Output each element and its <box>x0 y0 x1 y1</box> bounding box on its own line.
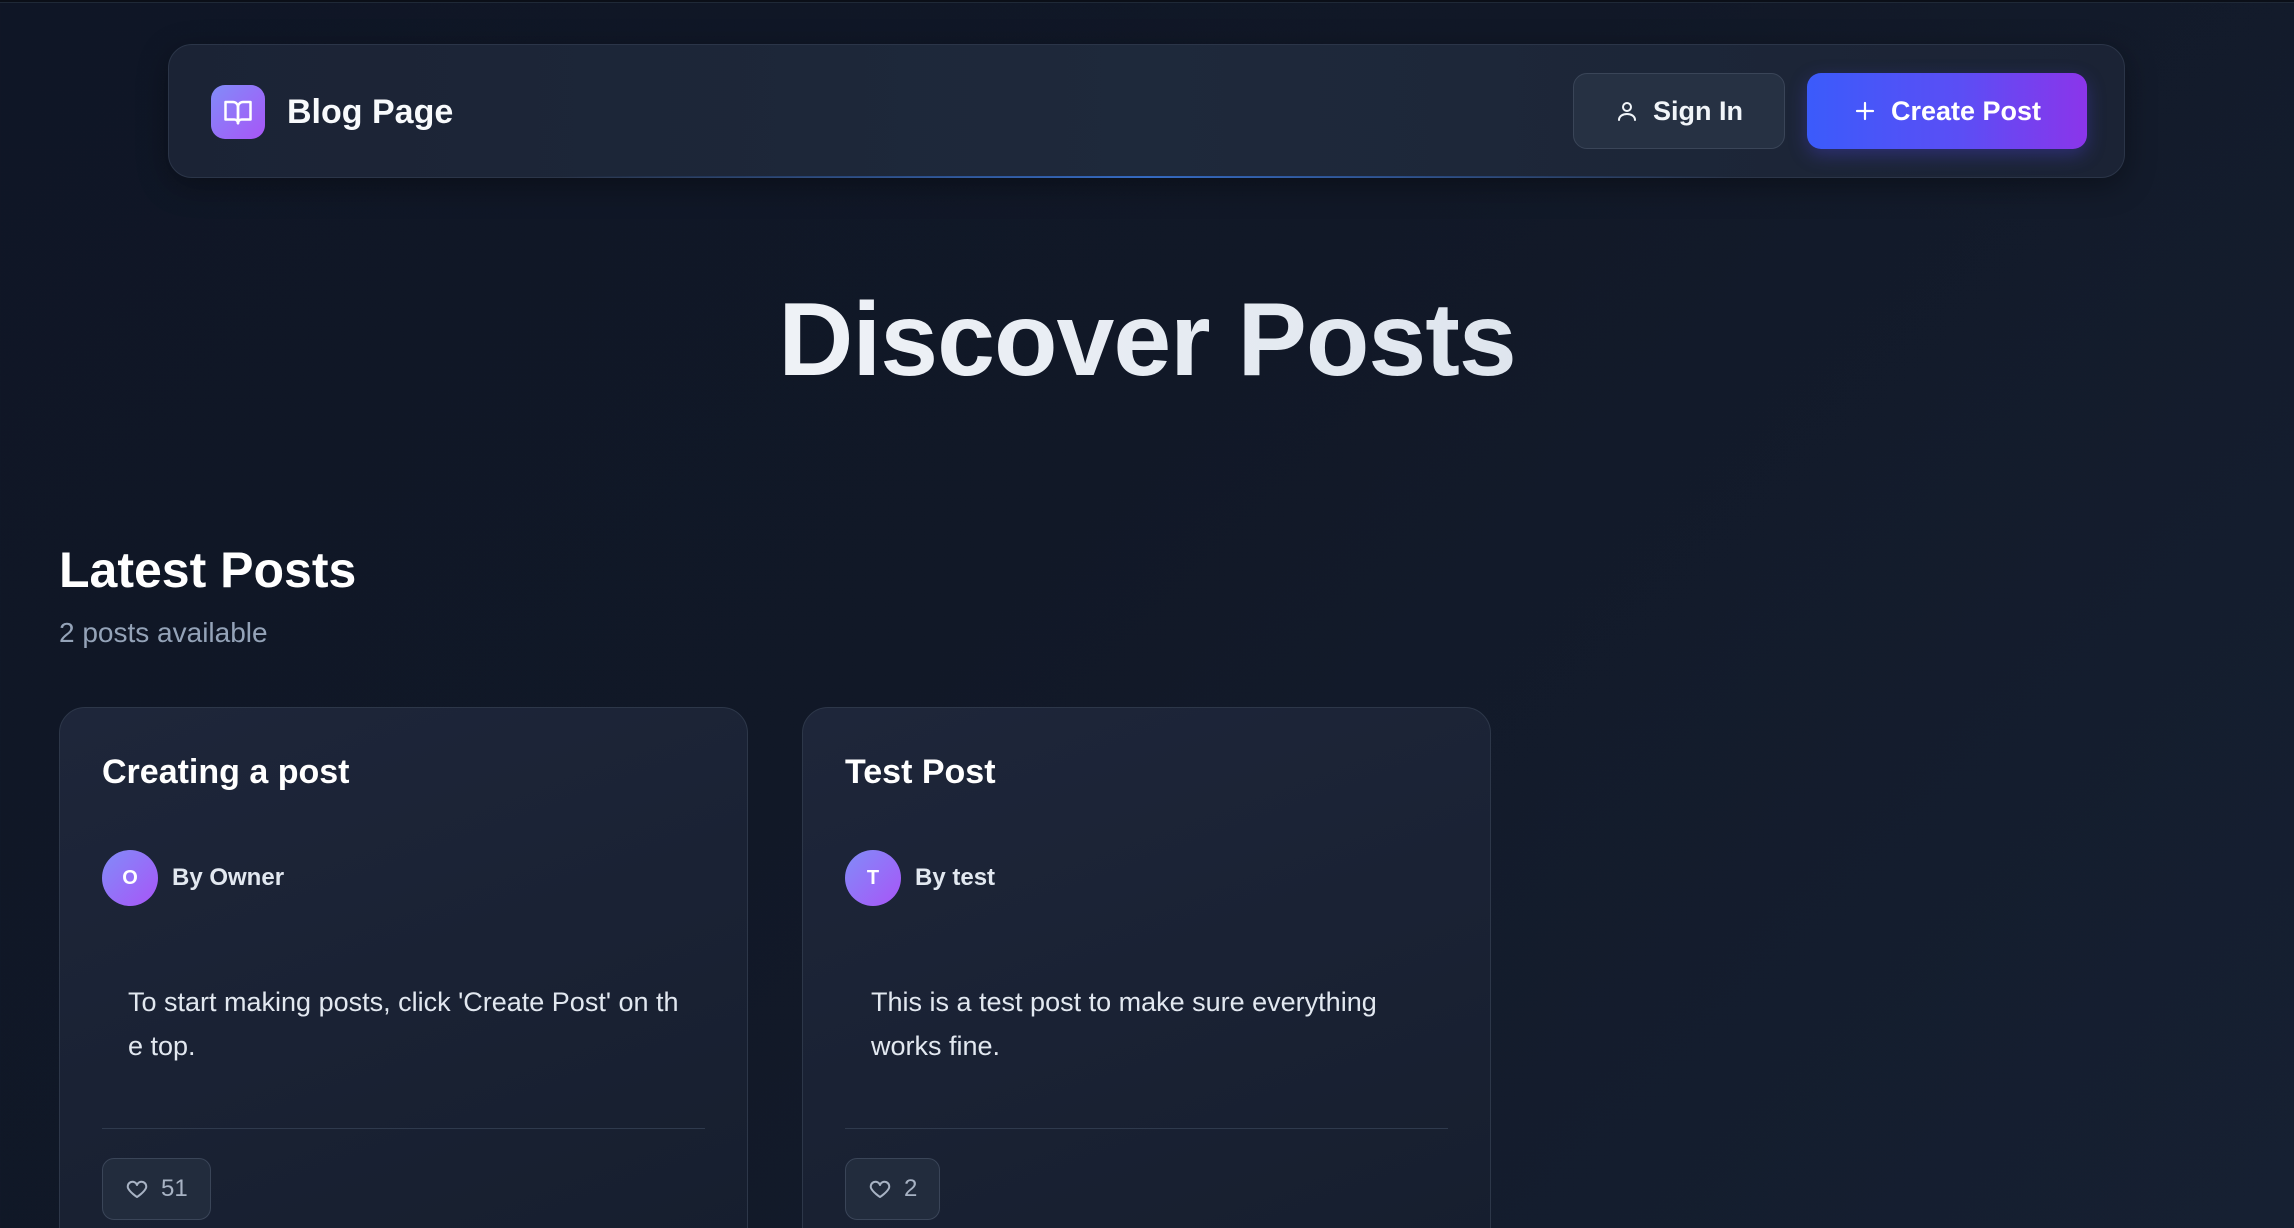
section-title: Latest Posts <box>59 542 357 598</box>
card-divider <box>845 1128 1448 1129</box>
post-card[interactable]: Test Post T By test This is a test post … <box>802 707 1491 1228</box>
like-button[interactable]: 51 <box>102 1158 211 1220</box>
post-title[interactable]: Test Post <box>845 750 996 794</box>
card-divider <box>102 1128 705 1129</box>
window-top-strip <box>0 0 2294 3</box>
brand-logo[interactable] <box>211 85 265 139</box>
sign-in-button[interactable]: Sign In <box>1573 73 1785 149</box>
create-post-button[interactable]: Create Post <box>1807 73 2087 149</box>
like-button[interactable]: 2 <box>845 1158 941 1220</box>
book-open-icon <box>224 100 252 125</box>
brand-title[interactable]: Blog Page <box>287 87 453 137</box>
author-name: By Owner <box>172 864 285 891</box>
site-header: Blog Page Sign In Create Post <box>168 44 2125 178</box>
hero-title: Discover Posts <box>0 280 2294 400</box>
post-title[interactable]: Creating a post <box>102 750 349 794</box>
plus-icon <box>1855 101 1875 121</box>
post-card[interactable]: Creating a post O By Owner To start maki… <box>59 707 748 1228</box>
create-post-label: Create Post <box>1890 95 2042 126</box>
post-author: O By Owner <box>102 850 284 906</box>
avatar: T <box>845 850 901 906</box>
sign-in-label: Sign In <box>1653 95 1743 126</box>
posts-count: 2 posts available <box>59 617 268 648</box>
author-name: By test <box>915 864 996 891</box>
like-count: 51 <box>161 1175 188 1202</box>
user-icon <box>1618 102 1636 121</box>
like-count: 2 <box>904 1175 918 1202</box>
avatar: O <box>102 850 158 906</box>
post-body: This is a test post to make sure everyth… <box>871 987 1377 1061</box>
post-body: To start making posts, click 'Create Pos… <box>128 987 679 1061</box>
post-author: T By test <box>845 850 995 906</box>
heart-icon <box>126 1180 148 1198</box>
heart-icon <box>869 1180 891 1198</box>
